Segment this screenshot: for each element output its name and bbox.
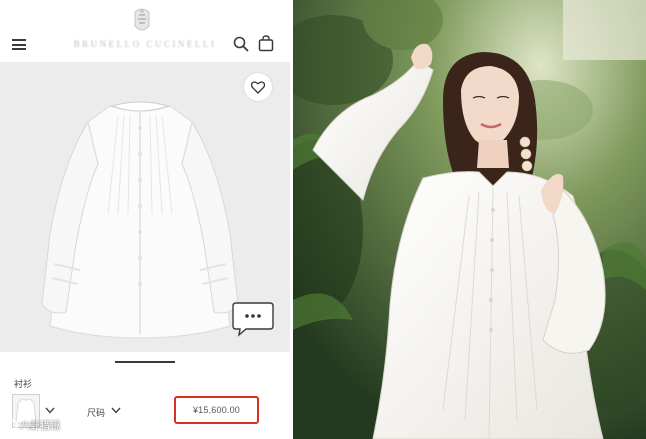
watermark: 八卦猎镜 [2,417,60,432]
search-icon[interactable] [233,36,249,52]
shopping-bag-icon[interactable] [258,35,274,52]
watermark-logo-icon [2,418,18,431]
heart-icon [251,81,265,94]
product-image-area[interactable] [0,62,290,352]
shop-screenshot: BRUNELLO CUCINELLI 衬衫 尺码 ¥15,600.00 八卦猎镜 [0,0,290,439]
carousel-indicator [115,361,175,363]
chat-bubble-icon[interactable] [232,301,274,337]
chevron-down-icon[interactable] [111,407,121,414]
chevron-down-icon[interactable] [45,407,55,414]
product-category: 衬衫 [14,379,33,389]
brand-crest-icon [134,8,150,31]
hamburger-menu-icon[interactable] [12,39,26,50]
brand-logo[interactable]: BRUNELLO CUCINELLI [70,39,220,49]
model-photo [293,0,646,439]
favorite-button[interactable] [244,73,272,101]
watermark-text: 八卦猎镜 [20,421,60,432]
price-box[interactable]: ¥15,600.00 [174,396,259,424]
app-header: BRUNELLO CUCINELLI [0,0,290,62]
product-shirt-image [41,101,239,339]
product-price: ¥15,600.00 [192,405,241,415]
size-selector[interactable]: 尺码 [87,406,105,419]
